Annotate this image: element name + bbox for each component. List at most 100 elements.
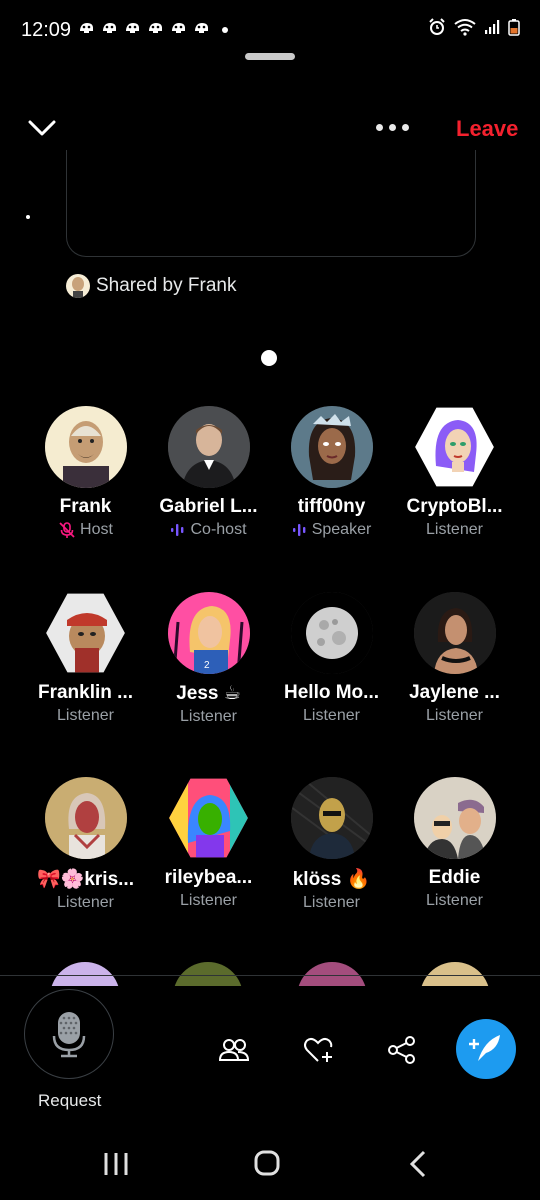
shared-content-card[interactable] [66,150,476,257]
sheet-drag-handle[interactable] [245,53,295,60]
participant-name: 🎀🌸kris... [37,869,134,890]
participant-name: Jess ☕ [176,683,241,704]
chevron-down-icon[interactable] [26,114,58,142]
shared-by-label: Shared by Frank [96,275,237,296]
notification-icon [103,23,116,33]
back-icon[interactable] [408,1150,428,1178]
wifi-icon [454,19,476,36]
avatar [66,274,90,298]
speaking-bars-icon [292,524,306,536]
avatar [290,406,373,488]
participant-role: Host [80,521,113,538]
status-time: 12:09 [21,19,72,41]
participant-card[interactable]: Eddie Listener [393,777,516,910]
mic-off-icon [59,522,75,538]
share-icon[interactable] [386,1034,418,1066]
participant-card[interactable]: tiff00ny Speaker [270,406,393,539]
notification-icon [195,23,208,33]
participant-role: Speaker [311,521,372,538]
participant-role-row: Listener [270,707,393,725]
participant-role-row: Listener [147,892,270,910]
notification-icon [126,23,139,33]
participant-name: tiff00ny [297,496,366,517]
participant-role-row: Listener [24,894,147,912]
participant-role: Listener [426,521,483,538]
participant-card[interactable]: Franklin ... Listener [24,592,147,725]
participant-role-row: Listener [147,708,270,726]
notification-icons [78,21,210,35]
avatar [413,592,496,674]
participant-name: Gabriel L... [159,496,258,517]
notification-icon [149,23,162,33]
divider [0,975,540,976]
participant-role: Listener [426,707,483,724]
avatar [50,962,120,986]
status-right-icons [428,18,520,36]
avatar [46,593,125,673]
avatar: 2 [167,592,250,674]
avatar [415,407,494,487]
participant-name: Eddie [428,867,481,888]
microphone-icon [52,1012,86,1058]
alarm-icon [429,18,445,35]
heart-plus-icon[interactable] [302,1034,334,1066]
participant-card[interactable]: klöss 🔥 Listener [270,777,393,912]
more-notifications-dot [222,27,228,33]
request-label: Request [38,1091,102,1110]
avatar [420,962,490,986]
more-options-button[interactable] [376,117,414,137]
participant-role: Listener [303,707,360,724]
feather-plus-icon [469,1035,500,1061]
participant-role: Listener [180,708,237,725]
participant-card[interactable]: CryptoBl... Listener [393,406,516,539]
participant-role: Listener [426,892,483,909]
tiny-dot [26,215,30,219]
participant-card[interactable]: 2 Jess ☕ Listener [147,592,270,726]
participant-role-row: Co-host [147,521,270,539]
participant-role: Listener [57,894,114,911]
participant-role-row: Listener [393,707,516,725]
recent-apps-icon[interactable] [102,1151,130,1177]
participant-card[interactable]: Hello Mo... Listener [270,592,393,725]
participant-name: klöss 🔥 [292,869,371,890]
people-icon[interactable] [218,1034,250,1066]
avatar [413,777,496,859]
participant-name: Hello Mo... [284,682,379,703]
avatar [297,962,367,986]
shared-by: Shared by Frank [66,274,236,298]
avatar [173,962,243,986]
participant-name: Jaylene ... [409,682,500,703]
participant-card[interactable]: Gabriel L... Co-host [147,406,270,539]
avatar [290,592,373,674]
participant-role-row: Listener [393,892,516,910]
participant-role: Listener [180,892,237,909]
participant-role: Listener [57,707,114,724]
request-mic-button[interactable] [24,989,114,1079]
notification-icon [80,23,93,33]
participant-card[interactable]: Frank Host [24,406,147,539]
participant-role-row: Listener [24,707,147,725]
participant-card[interactable]: rileybea... Listener [147,777,270,910]
participant-role-row: Speaker [270,521,393,539]
leave-button[interactable]: Leave [456,116,518,142]
participant-role: Co-host [190,521,247,538]
avatar [290,777,373,859]
status-bar: 12:09 [0,0,540,60]
participant-role-row: Listener [393,521,516,539]
participant-name: rileybea... [164,867,253,888]
avatar [44,406,127,488]
avatar [44,777,127,859]
participant-name: CryptoBl... [406,496,503,517]
compose-tweet-button[interactable] [456,1019,516,1079]
signal-icon [485,20,500,34]
page-indicator-dot [261,350,277,366]
participant-card[interactable]: Jaylene ... Listener [393,592,516,725]
participant-name: Franklin ... [37,682,134,703]
participant-card[interactable]: 🎀🌸kris... Listener [24,777,147,912]
home-icon[interactable] [254,1150,280,1176]
participant-role-row: Host [24,521,147,539]
avatar [167,406,250,488]
svg-text:2: 2 [204,660,210,671]
speaking-bars-icon [171,524,184,536]
participant-role: Listener [303,894,360,911]
